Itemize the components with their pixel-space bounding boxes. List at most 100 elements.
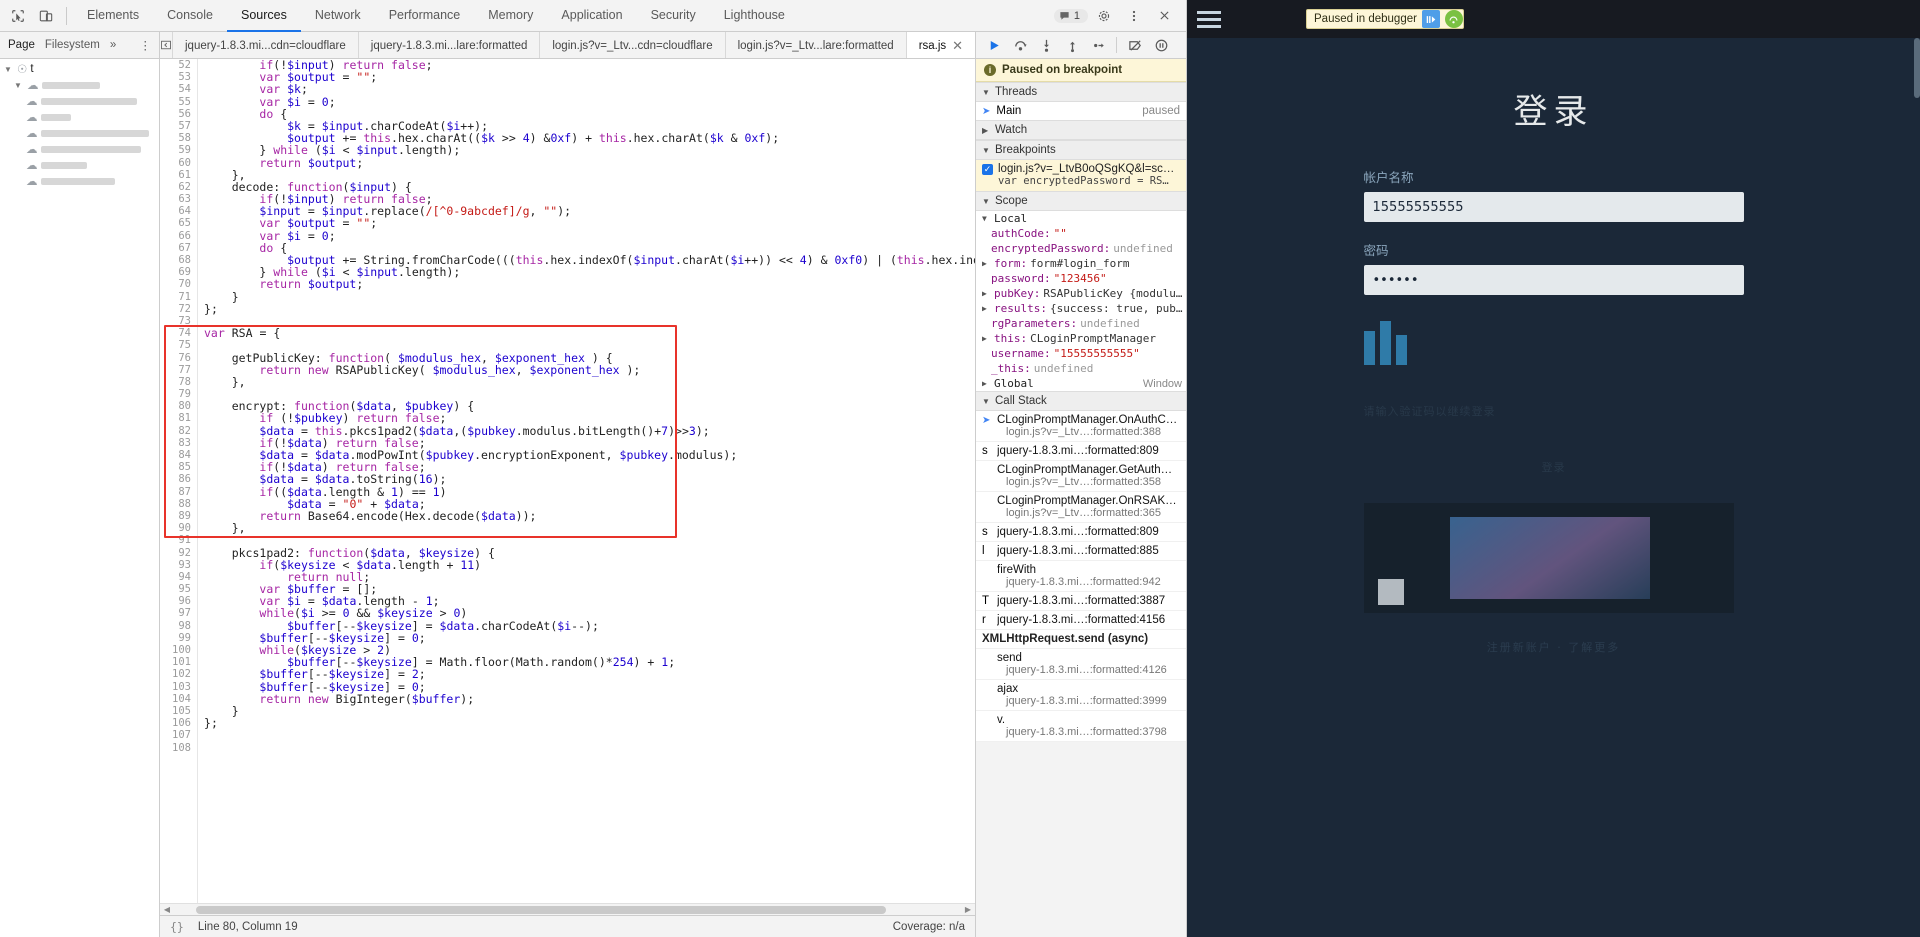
call-stack-frame[interactable]: Tjquery-1.8.3.mi…:formatted:3887 <box>976 592 1186 611</box>
chevron-right-icon[interactable]: ▶ <box>982 334 991 343</box>
line-number[interactable]: 77 <box>160 364 198 376</box>
nav-node-child[interactable]: ☁ <box>0 173 159 189</box>
line-number[interactable]: 105 <box>160 705 198 717</box>
tab-lighthouse[interactable]: Lighthouse <box>710 0 799 32</box>
nav-node-child[interactable]: ▼ ☁ <box>0 77 159 93</box>
source-code[interactable]: 52 if(!$input) return false; 53 var $outp… <box>160 59 975 754</box>
line-number[interactable]: 91 <box>160 534 198 546</box>
line-number[interactable]: 88 <box>160 498 198 510</box>
file-tab-loginjs-cdn[interactable]: login.js?v=_Ltv...cdn=cloudflare <box>540 32 726 58</box>
call-stack-frame[interactable]: send jquery-1.8.3.mi…:formatted:4126 <box>976 649 1186 680</box>
nav-node-child[interactable]: ☁ <box>0 125 159 141</box>
editor-horizontal-scrollbar[interactable]: ◀ ▶ <box>160 903 975 915</box>
line-number[interactable]: 106 <box>160 717 198 729</box>
line-number[interactable]: 90 <box>160 522 198 534</box>
line-number[interactable]: 84 <box>160 449 198 461</box>
scope-variable-row[interactable]: ▶ this: CLoginPromptManager <box>976 331 1186 346</box>
line-number[interactable]: 63 <box>160 193 198 205</box>
line-number[interactable]: 103 <box>160 681 198 693</box>
line-number[interactable]: 95 <box>160 583 198 595</box>
call-stack-frame[interactable]: s jquery-1.8.3.mi…:formatted:809 <box>976 523 1186 542</box>
chevron-right-icon[interactable]: ▶ <box>982 259 991 268</box>
code-line[interactable]: 105 } <box>160 705 975 717</box>
tab-sources[interactable]: Sources <box>226 0 301 32</box>
line-number[interactable]: 87 <box>160 486 198 498</box>
tab-performance[interactable]: Performance <box>375 0 475 32</box>
line-number[interactable]: 62 <box>160 181 198 193</box>
line-number[interactable]: 72 <box>160 303 198 315</box>
line-number[interactable]: 65 <box>160 217 198 229</box>
line-number[interactable]: 94 <box>160 571 198 583</box>
call-stack-frame[interactable]: l jquery-1.8.3.mi…:formatted:885 <box>976 542 1186 561</box>
nav-node-root[interactable]: ▼ ☉ t <box>0 61 159 77</box>
file-tab-jquery-formatted[interactable]: jquery-1.8.3.mi...lare:formatted <box>359 32 541 58</box>
navigator-kebab-icon[interactable]: ⋮ <box>140 38 152 52</box>
code-line[interactable]: 107 <box>160 729 975 741</box>
step-over-icon[interactable] <box>1008 34 1032 56</box>
gear-icon[interactable] <box>1090 3 1118 29</box>
line-number[interactable]: 96 <box>160 595 198 607</box>
chevron-down-icon[interactable]: ▼ <box>982 197 991 206</box>
call-stack-frame[interactable]: CLoginPromptManager.GetAuthC… login.js?v=… <box>976 461 1186 492</box>
line-number[interactable]: 86 <box>160 473 198 485</box>
thread-row-main[interactable]: ➤ Main paused <box>976 102 1186 120</box>
line-number[interactable]: 70 <box>160 278 198 290</box>
line-number[interactable]: 85 <box>160 461 198 473</box>
scope-variable-row[interactable]: password: "123456" <box>976 271 1186 286</box>
password-input[interactable] <box>1363 265 1744 295</box>
line-number[interactable]: 78 <box>160 376 198 388</box>
code-line[interactable]: 60 return $output; <box>160 156 975 169</box>
line-number[interactable]: 67 <box>160 242 198 254</box>
code-line[interactable]: 89 return Base64.encode(Hex.decode($data… <box>160 510 975 522</box>
chevron-down-icon[interactable]: ▼ <box>4 65 14 74</box>
line-number[interactable]: 97 <box>160 607 198 619</box>
call-stack-frame[interactable]: CLoginPromptManager.OnRSAKey… login.js?v=… <box>976 492 1186 523</box>
tab-elements[interactable]: Elements <box>73 0 153 32</box>
pause-on-exceptions-icon[interactable] <box>1149 34 1173 56</box>
section-threads-header[interactable]: ▼ Threads <box>976 82 1186 102</box>
step-into-icon[interactable] <box>1034 34 1058 56</box>
resume-icon[interactable] <box>1421 10 1440 28</box>
navigator-tab-page[interactable]: Page <box>8 39 35 51</box>
line-content[interactable]: return new RSAPublicKey( $modulus_hex, $… <box>198 364 640 376</box>
close-icon[interactable] <box>1150 3 1178 29</box>
line-number[interactable]: 83 <box>160 437 198 449</box>
chevron-down-icon[interactable]: ▼ <box>982 146 991 155</box>
scope-variable-row[interactable]: rgParameters: undefined <box>976 316 1186 331</box>
line-number[interactable]: 60 <box>160 157 198 169</box>
line-content[interactable]: }; <box>198 303 218 315</box>
scope-local-header[interactable]: ▼ Local <box>976 211 1186 226</box>
file-tab-close-icon[interactable]: ✕ <box>952 39 963 52</box>
tab-memory[interactable]: Memory <box>474 0 547 32</box>
tab-application[interactable]: Application <box>547 0 636 32</box>
file-navigator[interactable]: ▼ ☉ t ▼ ☁ ☁ ☁ ☁ ☁ ☁ ☁ <box>0 59 160 937</box>
line-number[interactable]: 108 <box>160 742 198 754</box>
breakpoint-checkbox[interactable]: ✓ <box>982 164 993 175</box>
account-name-input[interactable] <box>1363 192 1744 222</box>
nav-node-child[interactable]: ☁ <box>0 93 159 109</box>
line-number[interactable]: 79 <box>160 388 198 400</box>
chevron-down-icon[interactable]: ▼ <box>982 214 991 223</box>
line-number[interactable]: 74 <box>160 327 198 339</box>
call-stack-list[interactable]: ➤ CLoginPromptManager.OnAuthCo… login.js?v… <box>976 411 1186 742</box>
scope-variable-row[interactable]: ▶ results: {success: true, pub… <box>976 301 1186 316</box>
hamburger-menu-icon[interactable] <box>1197 10 1221 28</box>
code-line[interactable]: 72}; <box>160 303 975 315</box>
line-number[interactable]: 81 <box>160 412 198 424</box>
scope-variables-list[interactable]: ▼ Local authCode: "" encryptedPassword: und… <box>976 211 1186 391</box>
breakpoint-item[interactable]: ✓ login.js?v=_LtvB0oQSgKQ&l=sc… var encr… <box>976 160 1186 191</box>
line-number[interactable]: 75 <box>160 339 198 351</box>
pretty-print-icon[interactable]: {} <box>170 920 184 934</box>
line-number[interactable]: 68 <box>160 254 198 266</box>
scope-variable-row[interactable]: encryptedPassword: undefined <box>976 241 1186 256</box>
chevron-down-icon[interactable]: ▼ <box>14 81 24 90</box>
code-line[interactable]: 77 return new RSAPublicKey( $modulus_hex… <box>160 364 975 376</box>
line-number[interactable]: 100 <box>160 644 198 656</box>
code-line[interactable]: 106}; <box>160 717 975 729</box>
code-line[interactable]: 73 <box>160 315 975 327</box>
line-number[interactable]: 80 <box>160 400 198 412</box>
code-line[interactable]: 70 return $output; <box>160 278 975 290</box>
tab-scroll-left-icon[interactable] <box>160 32 173 58</box>
code-line[interactable]: 104 return new BigInteger($buffer); <box>160 693 975 705</box>
navigator-more-chevron-icon[interactable]: » <box>110 39 116 51</box>
